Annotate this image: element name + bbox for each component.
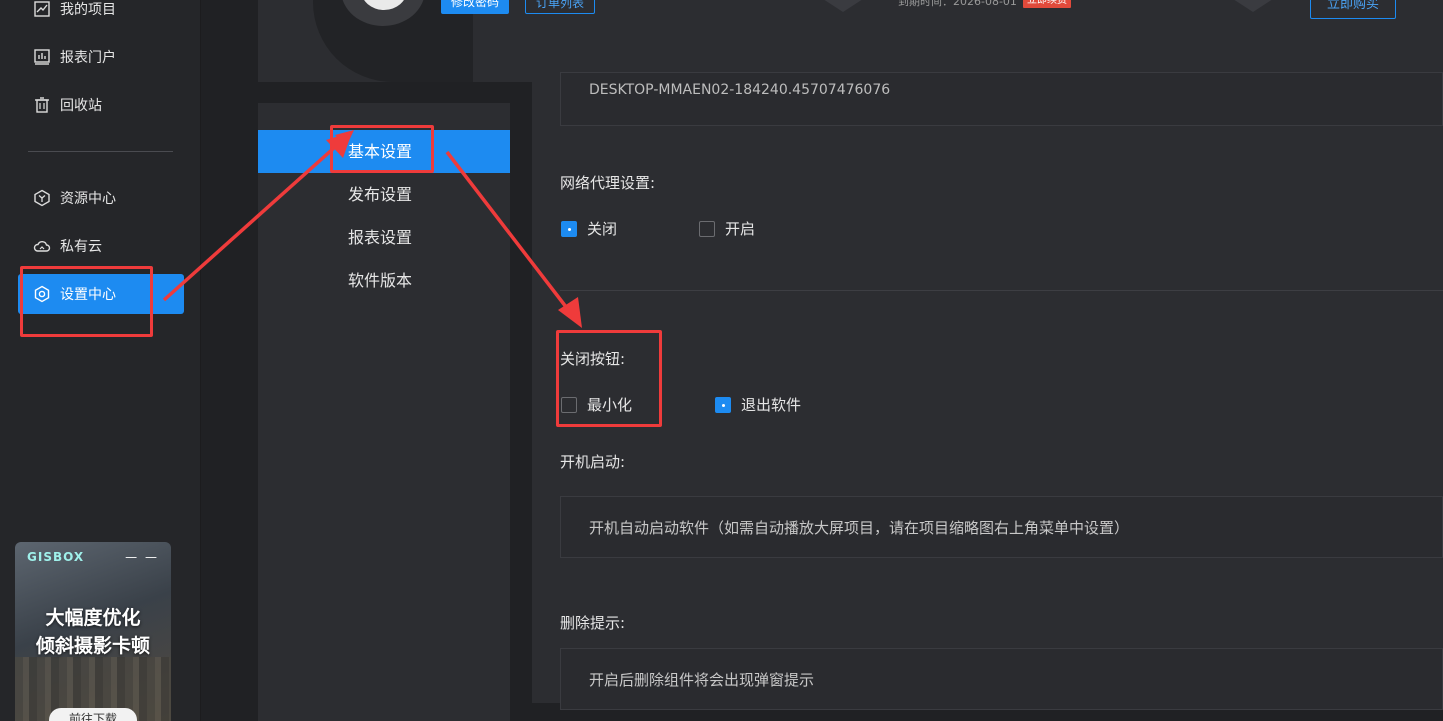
member-badge-icon — [823, 0, 863, 12]
submenu-report-settings[interactable]: 报表设置 — [258, 216, 510, 259]
sidebar-item-private-cloud[interactable]: 私有云 — [18, 226, 184, 266]
promo-banner[interactable]: GISBOX — — 大幅度优化 倾斜摄影卡顿 前往下载 — [15, 542, 171, 721]
sidebar-item-my-projects[interactable]: 我的项目 — [18, 0, 184, 29]
renew-badge[interactable]: 立即续费 — [1023, 0, 1071, 8]
startup-description: 开机自动启动软件（如需自动播放大屏项目，请在项目缩略图右上角菜单中设置） — [589, 519, 1130, 537]
annotation-box-close-button — [556, 330, 662, 427]
delete-prompt-description: 开启后删除组件将会出现弹窗提示 — [589, 671, 815, 689]
section-divider — [560, 290, 1443, 291]
proxy-on-option[interactable]: 开启 — [699, 218, 755, 239]
settings-submenu: 基本设置 发布设置 报表设置 软件版本 — [258, 103, 510, 721]
vip-badge-icon — [1233, 0, 1273, 12]
banner-subheadline: 倾斜摄影卡顿 — [35, 635, 150, 657]
profile-header: 修改密码 订单列表 到期时间：2026-08-01 立即续费 立即购买 — [258, 0, 1443, 82]
delete-prompt-label: 删除提示: — [560, 614, 626, 632]
sidebar: 我的项目 报表门户 回收站 资源中心 私有云 设置中心 GISBOX — — 大… — [0, 0, 201, 721]
order-list-button[interactable]: 订单列表 — [525, 0, 596, 14]
annotation-box-settings-center — [20, 266, 153, 337]
startup-label: 开机启动: — [560, 453, 626, 471]
buy-now-button[interactable]: 立即购买 — [1310, 0, 1397, 19]
cloud-icon — [33, 241, 51, 252]
sidebar-item-label: 回收站 — [60, 98, 102, 114]
exit-software-option[interactable]: 退出软件 — [715, 394, 801, 415]
banner-brand: GISBOX — [27, 550, 85, 564]
sidebar-item-recycle-bin[interactable]: 回收站 — [18, 85, 184, 125]
proxy-off-checkbox[interactable] — [561, 220, 577, 237]
banner-headline: 大幅度优化 — [45, 607, 141, 629]
sidebar-item-resource-center[interactable]: 资源中心 — [18, 178, 184, 218]
change-password-button[interactable]: 修改密码 — [441, 0, 510, 14]
device-id-card: DESKTOP-MMAEN02-184240.45707476076 — [560, 72, 1443, 126]
sidebar-item-report-portal[interactable]: 报表门户 — [18, 37, 184, 77]
report-icon — [34, 49, 50, 65]
proxy-off-label: 关闭 — [587, 220, 618, 238]
device-id: DESKTOP-MMAEN02-184240.45707476076 — [589, 82, 891, 98]
settings-panel: DESKTOP-MMAEN02-184240.45707476076 网络代理设… — [532, 72, 1443, 710]
exit-software-label: 退出软件 — [741, 396, 802, 414]
submenu-publish-settings[interactable]: 发布设置 — [258, 173, 510, 216]
delete-prompt-card[interactable]: 开启后删除组件将会出现弹窗提示 — [560, 648, 1443, 710]
proxy-settings-label: 网络代理设置: — [560, 174, 656, 192]
exit-software-checkbox[interactable] — [715, 396, 731, 413]
proxy-off-option[interactable]: 关闭 — [561, 218, 617, 239]
submenu-software-version[interactable]: 软件版本 — [258, 259, 510, 302]
sidebar-item-label: 我的项目 — [60, 2, 116, 18]
sidebar-item-label: 资源中心 — [60, 191, 116, 207]
chart-icon — [34, 1, 50, 17]
banner-download-button[interactable]: 前往下载 — [49, 708, 137, 721]
trash-icon — [35, 97, 49, 113]
sidebar-item-label: 私有云 — [60, 239, 102, 255]
annotation-box-basic-settings — [330, 125, 434, 173]
startup-option-card[interactable]: 开机自动启动软件（如需自动播放大屏项目，请在项目缩略图右上角菜单中设置） — [560, 496, 1443, 558]
sidebar-divider — [28, 151, 173, 152]
proxy-on-checkbox[interactable] — [699, 220, 715, 237]
sidebar-item-label: 报表门户 — [60, 50, 116, 66]
expire-date: 到期时间：2026-08-01 — [898, 0, 1017, 8]
proxy-on-label: 开启 — [725, 220, 756, 238]
cube-icon — [34, 189, 50, 207]
banner-controls[interactable]: — — — [125, 550, 159, 564]
